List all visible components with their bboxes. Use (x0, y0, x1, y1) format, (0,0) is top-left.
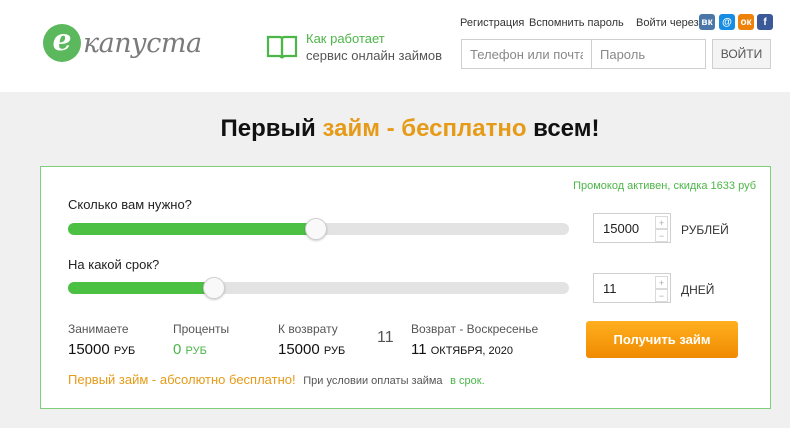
amount-value: 15000 (603, 221, 640, 236)
free-loan-text: Первый займ - абсолютно бесплатно! (68, 372, 296, 387)
amount-slider-handle[interactable] (304, 218, 327, 240)
loan-calculator: Промокод активен, скидка 1633 руб Скольк… (40, 166, 771, 409)
logo-mark: e (43, 24, 81, 62)
term-label: На какой срок? (68, 257, 160, 272)
term-slider[interactable] (68, 277, 569, 299)
return-unit: РУБ (323, 345, 346, 357)
percent-amount: 0 РУБ (173, 341, 207, 358)
percent-unit: РУБ (185, 345, 207, 357)
return-amount: 15000 РУБ (278, 341, 345, 358)
condition-text: При условии оплаты займа (303, 375, 443, 387)
get-loan-button[interactable]: Получить займ (586, 321, 738, 358)
headline-part-2: займ - бесплатно (322, 115, 527, 142)
percent-label: Проценты (173, 322, 230, 336)
logo-text: капуста (83, 27, 202, 59)
term-slider-fill (68, 282, 215, 294)
mail-icon[interactable]: @ (719, 14, 735, 30)
days-count: 11 (377, 329, 394, 346)
amount-label: Сколько вам нужно? (68, 197, 192, 212)
how-it-works-link[interactable]: Как работает сервис онлайн займов (266, 30, 442, 64)
facebook-icon[interactable]: f (757, 14, 773, 30)
term-stepper[interactable]: 11 + − (593, 273, 671, 303)
amount-decrease-icon[interactable]: − (655, 229, 668, 242)
login-via-label: Войти через (636, 17, 699, 29)
term-increase-icon[interactable]: + (655, 276, 668, 289)
headline-part-3: всем! (533, 115, 600, 142)
password-input[interactable] (591, 39, 706, 69)
borrow-unit: РУБ (113, 345, 136, 357)
book-icon (266, 35, 298, 59)
return-value: 15000 (278, 341, 320, 358)
term-slider-handle[interactable] (203, 277, 226, 299)
promo-status: Промокод активен, скидка 1633 руб (573, 180, 756, 192)
return-date-day: 11 (411, 341, 427, 358)
how-line-2: сервис онлайн займов (306, 48, 443, 63)
bottom-note: Первый займ - абсолютно бесплатно! При у… (68, 372, 485, 387)
borrow-amount: 15000 РУБ (68, 341, 135, 358)
term-unit: ДНЕЙ (681, 283, 715, 297)
site-header: e капуста Как работает сервис онлайн зай… (0, 0, 790, 92)
remember-password-link[interactable]: Вспомнить пароль (529, 17, 624, 29)
logo[interactable]: e капуста (43, 24, 202, 62)
phone-or-email-input[interactable] (461, 39, 592, 69)
term-value: 11 (603, 281, 617, 296)
amount-increase-icon[interactable]: + (655, 216, 668, 229)
how-line-1: Как работает (306, 31, 385, 46)
return-date-month: ОКТЯБРЯ, 2020 (430, 345, 513, 357)
term-decrease-icon[interactable]: − (655, 289, 668, 302)
vk-icon[interactable]: вк (699, 14, 715, 30)
headline-part-1: Первый (220, 115, 316, 142)
return-date-label: Возврат - Воскресенье (411, 322, 539, 336)
odnoklassniki-icon[interactable]: ок (738, 14, 754, 30)
borrow-label: Занимаете (68, 322, 129, 336)
page-headline: Первый займ - бесплатно всем! (0, 115, 790, 143)
return-label: К возврату (278, 322, 338, 336)
amount-unit: РУБЛЕЙ (681, 223, 729, 237)
return-date: 11 ОКТЯБРЯ, 2020 (411, 341, 513, 358)
borrow-value: 15000 (68, 341, 110, 358)
amount-stepper[interactable]: 15000 + − (593, 213, 671, 243)
percent-value: 0 (173, 341, 182, 358)
amount-slider[interactable] (68, 218, 569, 240)
amount-slider-fill (68, 223, 316, 235)
on-time-link[interactable]: в срок. (450, 375, 485, 387)
register-link[interactable]: Регистрация (460, 17, 524, 29)
login-button[interactable]: войти (712, 39, 771, 69)
